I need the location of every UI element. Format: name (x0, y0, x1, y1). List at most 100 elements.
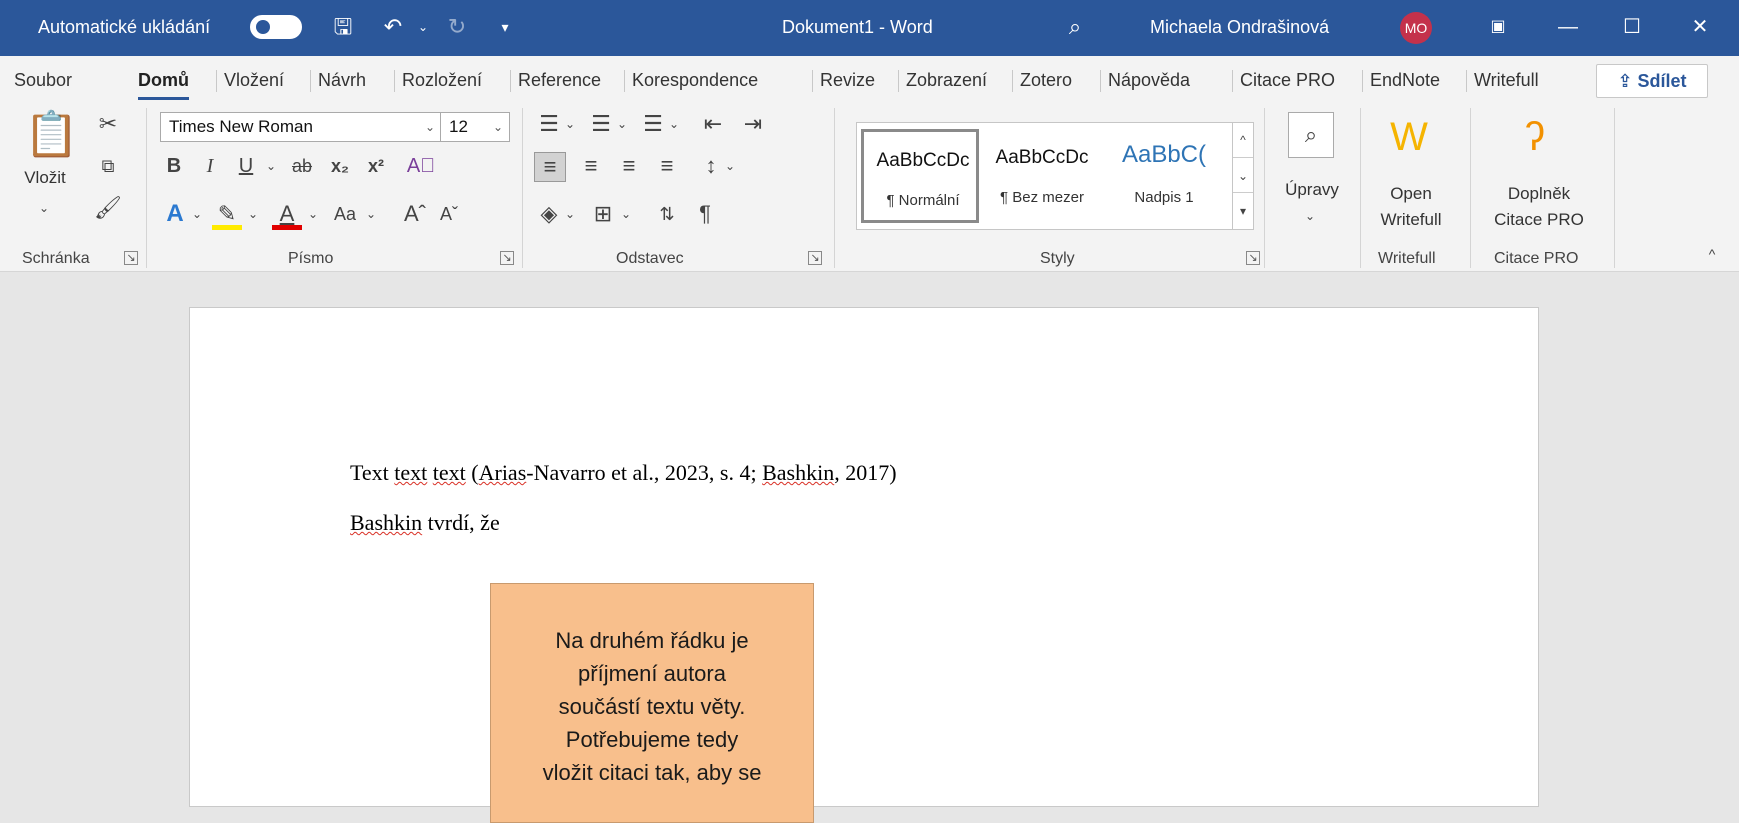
shading-icon[interactable]: ◈ (534, 200, 564, 228)
style-no-spacing[interactable]: AaBbCcDc ¶ Bez mezer (983, 129, 1101, 223)
more-styles-icon[interactable]: ▾ (1233, 193, 1253, 229)
align-center-icon[interactable]: ≡ (576, 152, 606, 180)
tab-vlozeni[interactable]: Vložení (224, 68, 284, 94)
text-effects-icon[interactable]: A (160, 200, 190, 228)
paste-dropdown-icon[interactable]: ⌄ (30, 194, 58, 222)
copy-icon[interactable]: ⧉ (94, 152, 122, 180)
paste-label[interactable]: Vložit (20, 168, 70, 188)
numbering-dropdown-icon[interactable]: ⌄ (614, 110, 630, 138)
clear-formatting-icon[interactable]: A⃥ (404, 152, 438, 180)
underline-icon[interactable]: U (232, 152, 260, 180)
paste-icon[interactable]: 📋 (24, 110, 79, 160)
editing-label[interactable]: Úpravy (1282, 180, 1342, 200)
document-page[interactable]: Text text text (Arias-Navarro et al., 20… (189, 307, 1539, 807)
doc-paragraph-1[interactable]: Text text text (Arias-Navarro et al., 20… (350, 460, 897, 486)
tab-korespondence[interactable]: Korespondence (632, 68, 758, 94)
maximize-icon[interactable]: ☐ (1612, 10, 1652, 44)
tab-soubor[interactable]: Soubor (14, 68, 72, 94)
tab-revize[interactable]: Revize (820, 68, 875, 94)
close-icon[interactable]: ✕ (1680, 10, 1720, 44)
citace-addon-label[interactable]: Doplněk (1494, 184, 1584, 204)
share-button[interactable]: ⇪ Sdílet (1596, 64, 1708, 98)
strikethrough-icon[interactable]: ab (286, 152, 318, 180)
underline-dropdown-icon[interactable]: ⌄ (262, 152, 280, 180)
ribbon-display-icon[interactable]: ▣ (1478, 10, 1518, 44)
user-name[interactable]: Michaela Ondrašinová (1150, 17, 1329, 38)
bullets-dropdown-icon[interactable]: ⌄ (562, 110, 578, 138)
save-icon[interactable]: 🖫 (328, 12, 358, 42)
doc-text-misspelled: text (432, 460, 466, 485)
editing-dropdown-icon[interactable]: ⌄ (1300, 202, 1320, 230)
tab-zobrazeni[interactable]: Zobrazení (906, 68, 987, 94)
bold-icon[interactable]: B (160, 152, 188, 180)
search-icon[interactable]: ⌕ (1060, 12, 1090, 42)
style-normal[interactable]: AaBbCcDc ¶ Normální (861, 129, 979, 223)
font-name-select[interactable]: Times New Roman ⌄ (160, 112, 442, 142)
citace-pro-icon[interactable]: ʔ (1510, 112, 1560, 162)
decrease-indent-icon[interactable]: ⇤ (698, 110, 728, 138)
tab-endnote[interactable]: EndNote (1370, 68, 1440, 94)
open-writefull-label[interactable]: Open (1376, 184, 1446, 204)
multilevel-list-icon[interactable]: ☰ (638, 110, 668, 138)
font-launcher-icon[interactable]: ↘ (500, 251, 514, 265)
open-writefull-label-2[interactable]: Writefull (1370, 210, 1452, 230)
autosave-toggle[interactable] (250, 15, 302, 39)
line-spacing-dropdown-icon[interactable]: ⌄ (722, 152, 738, 180)
align-left-icon[interactable]: ≡ (534, 152, 566, 182)
text-effects-dropdown-icon[interactable]: ⌄ (188, 200, 206, 228)
style-heading-1[interactable]: AaBbC( Nadpis 1 (1105, 129, 1223, 223)
change-case-dropdown-icon[interactable]: ⌄ (362, 200, 380, 228)
paragraph-launcher-icon[interactable]: ↘ (808, 251, 822, 265)
customize-toolbar-icon[interactable]: ▾ (490, 12, 520, 42)
show-marks-icon[interactable]: ¶ (690, 200, 720, 228)
grow-font-icon[interactable]: Aˆ (400, 200, 430, 228)
increase-indent-icon[interactable]: ⇥ (738, 110, 768, 138)
undo-dropdown-icon[interactable]: ⌄ (408, 12, 438, 42)
undo-icon[interactable]: ↶ (378, 12, 408, 42)
change-case-icon[interactable]: Aa (328, 200, 362, 228)
italic-icon[interactable]: I (196, 152, 224, 180)
borders-icon[interactable]: ⊞ (588, 200, 618, 228)
tab-reference[interactable]: Reference (518, 68, 601, 94)
search-icon[interactable]: ⌕ (1288, 112, 1334, 158)
tab-domu[interactable]: Domů (138, 68, 189, 100)
tab-citace-pro[interactable]: Citace PRO (1240, 68, 1335, 94)
writefull-icon[interactable]: W (1384, 112, 1434, 162)
align-right-icon[interactable]: ≡ (614, 152, 644, 180)
superscript-icon[interactable]: x² (362, 152, 390, 180)
borders-dropdown-icon[interactable]: ⌄ (618, 200, 634, 228)
tab-zotero[interactable]: Zotero (1020, 68, 1072, 94)
citace-addon-label-2[interactable]: Citace PRO (1490, 210, 1588, 230)
minimize-icon[interactable]: — (1548, 10, 1588, 44)
styles-scroller[interactable]: ^ ⌄ ▾ (1232, 122, 1254, 230)
redo-icon[interactable]: ↻ (442, 12, 472, 42)
subscript-icon[interactable]: x₂ (326, 152, 354, 180)
format-painter-icon[interactable]: 🖌 (94, 194, 122, 222)
tab-napoveda[interactable]: Nápověda (1108, 68, 1190, 94)
tab-separator (1100, 70, 1101, 92)
bullets-icon[interactable]: ☰ (534, 110, 564, 138)
numbering-icon[interactable]: ☰ (586, 110, 616, 138)
scroll-down-icon[interactable]: ⌄ (1233, 157, 1253, 193)
shrink-font-icon[interactable]: Aˇ (434, 200, 464, 228)
justify-icon[interactable]: ≡ (652, 152, 682, 180)
sort-icon[interactable]: ⇅ (652, 200, 682, 228)
scroll-up-icon[interactable]: ^ (1233, 123, 1253, 157)
collapse-ribbon-icon[interactable]: ^ (1700, 240, 1724, 268)
tab-writefull[interactable]: Writefull (1474, 68, 1539, 94)
avatar[interactable]: MO (1400, 12, 1432, 44)
font-size-select[interactable]: 12 ⌄ (440, 112, 510, 142)
tab-rozlozeni[interactable]: Rozložení (402, 68, 482, 94)
font-color-dropdown-icon[interactable]: ⌄ (304, 200, 322, 228)
highlight-dropdown-icon[interactable]: ⌄ (244, 200, 262, 228)
doc-paragraph-2[interactable]: Bashkin tvrdí, že (350, 510, 500, 536)
doc-text-misspelled: text (394, 460, 428, 485)
styles-launcher-icon[interactable]: ↘ (1246, 251, 1260, 265)
cut-icon[interactable]: ✂ (94, 110, 122, 138)
highlight-icon[interactable]: ✎ (212, 200, 242, 230)
shading-dropdown-icon[interactable]: ⌄ (562, 200, 578, 228)
tab-navrh[interactable]: Návrh (318, 68, 366, 94)
clipboard-launcher-icon[interactable]: ↘ (124, 251, 138, 265)
font-color-icon[interactable]: A (272, 200, 302, 230)
multilevel-dropdown-icon[interactable]: ⌄ (666, 110, 682, 138)
